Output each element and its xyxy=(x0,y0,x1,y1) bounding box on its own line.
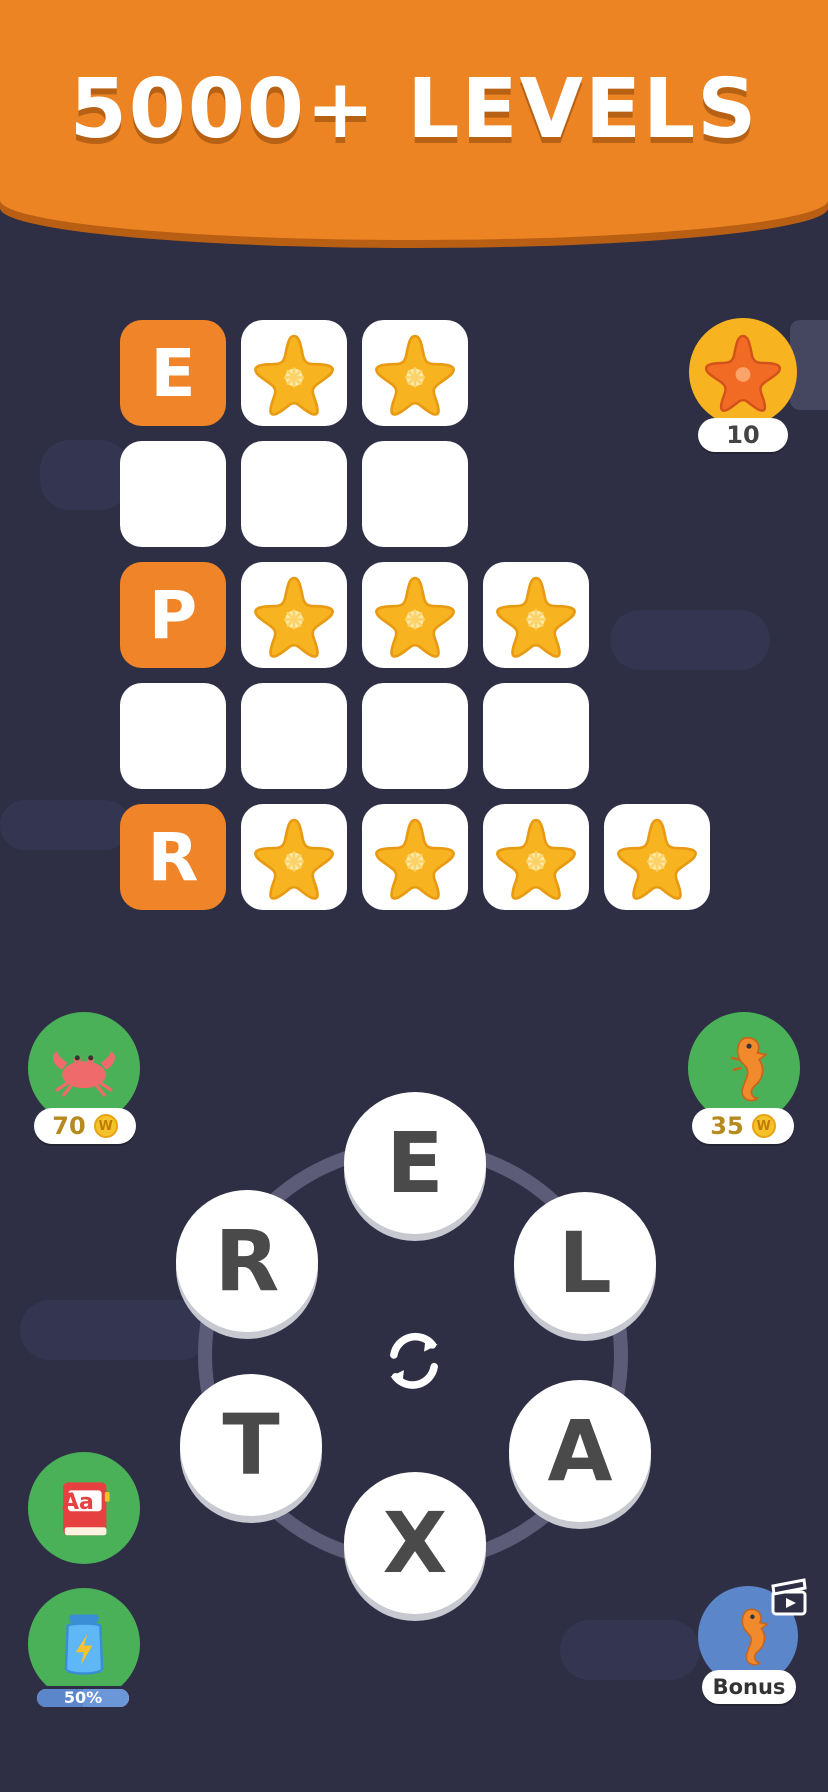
wheel-letter-button[interactable]: E xyxy=(344,1092,486,1234)
coin-icon: W xyxy=(93,1114,118,1138)
star-tile xyxy=(241,320,347,426)
tile-letter: R xyxy=(147,818,199,896)
seahorse-hint-cost-value: 35 xyxy=(710,1112,744,1140)
tile-letter: P xyxy=(148,576,198,654)
wheel-letter-button[interactable]: X xyxy=(344,1472,486,1614)
shuffle-icon xyxy=(390,1332,438,1389)
empty-tile xyxy=(120,441,226,547)
starfish-icon xyxy=(496,818,576,900)
wheel-letter-button[interactable]: L xyxy=(514,1192,656,1334)
top-banner: 5000+ LEVELS xyxy=(0,0,828,240)
starfish-icon xyxy=(705,334,781,412)
starfish-icon xyxy=(375,818,455,900)
starfish-counter-button[interactable] xyxy=(689,318,797,426)
letter-tile: E xyxy=(120,320,226,426)
background-decoration xyxy=(560,1620,700,1680)
empty-tile xyxy=(241,441,347,547)
seahorse-hint-cost: 35 W xyxy=(692,1108,794,1144)
starfish-icon xyxy=(254,818,334,900)
star-tile xyxy=(241,562,347,668)
background-decoration xyxy=(610,610,770,670)
background-decoration xyxy=(0,800,130,850)
background-decoration xyxy=(40,440,130,510)
wheel-letter-button[interactable]: R xyxy=(176,1190,318,1332)
tile-letter: E xyxy=(150,334,196,412)
empty-tile xyxy=(483,683,589,789)
star-tile xyxy=(241,804,347,910)
empty-tile xyxy=(120,683,226,789)
banner-title: 5000+ LEVELS xyxy=(69,62,759,157)
empty-tile xyxy=(362,441,468,547)
wheel-letter: R xyxy=(214,1212,280,1310)
starfish-icon xyxy=(254,334,334,416)
starfish-count: 10 xyxy=(698,418,788,452)
starfish-count-value: 10 xyxy=(726,421,760,449)
dictionary-label: Aa xyxy=(62,1490,94,1515)
starfish-icon xyxy=(254,576,334,658)
wheel-letter: A xyxy=(547,1402,613,1500)
energy-progress-bar: 50% xyxy=(34,1686,132,1710)
coin-icon: W xyxy=(751,1114,776,1138)
energy-progress-label: 50% xyxy=(63,1688,103,1707)
energy-jar-button[interactable] xyxy=(28,1588,140,1700)
wheel-letter-button[interactable]: A xyxy=(509,1380,651,1522)
starfish-icon xyxy=(375,334,455,416)
star-tile xyxy=(362,562,468,668)
wheel-letter-button[interactable]: T xyxy=(180,1374,322,1516)
lightning-jar-icon xyxy=(64,1614,104,1675)
crab-icon xyxy=(53,1051,115,1097)
bonus-label: Bonus xyxy=(712,1675,786,1699)
seahorse-icon xyxy=(730,1036,768,1102)
wheel-letter: E xyxy=(386,1114,444,1212)
crab-hint-cost-value: 70 xyxy=(52,1112,86,1140)
wheel-letter: T xyxy=(222,1396,280,1494)
starfish-icon xyxy=(617,818,697,900)
starfish-icon xyxy=(375,576,455,658)
letter-tile: R xyxy=(120,804,226,910)
letter-tile: P xyxy=(120,562,226,668)
wheel-letter: L xyxy=(558,1214,612,1312)
star-tile xyxy=(362,804,468,910)
video-clapper-icon xyxy=(770,1578,810,1618)
star-tile xyxy=(483,804,589,910)
crab-hint-cost: 70 W xyxy=(34,1108,136,1144)
star-tile xyxy=(362,320,468,426)
bonus-label-pill: Bonus xyxy=(702,1670,796,1704)
starfish-icon xyxy=(496,576,576,658)
empty-tile xyxy=(241,683,347,789)
dictionary-button[interactable]: Aa xyxy=(28,1452,140,1564)
background-decoration xyxy=(20,1300,210,1360)
shuffle-button[interactable] xyxy=(366,1312,462,1408)
wheel-letter: X xyxy=(382,1494,448,1592)
star-tile xyxy=(604,804,710,910)
empty-tile xyxy=(362,683,468,789)
star-tile xyxy=(483,562,589,668)
